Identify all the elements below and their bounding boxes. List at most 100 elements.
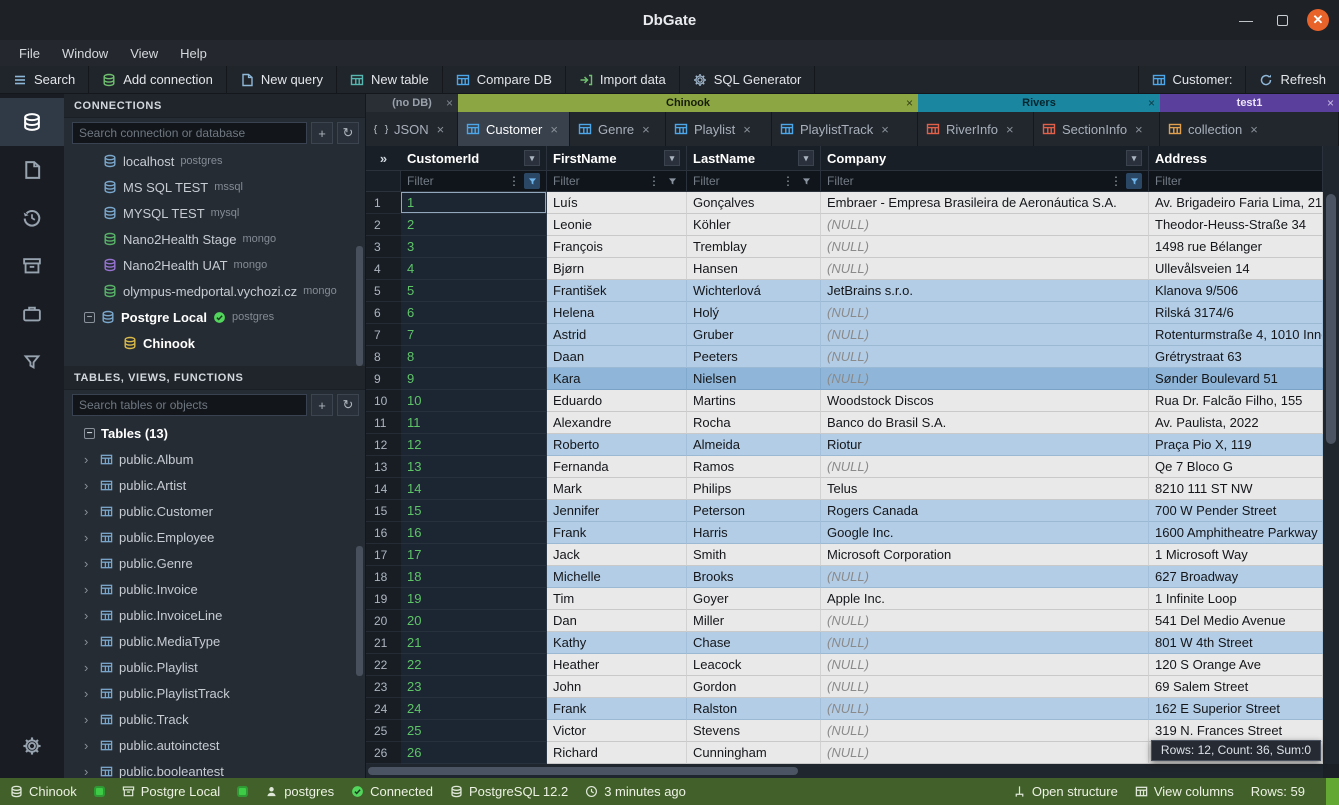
vertical-scrollbar[interactable] <box>1323 146 1339 764</box>
toolbar-button-new-table[interactable]: New table <box>337 66 443 93</box>
cell-customerid[interactable]: 18 <box>401 566 547 588</box>
connections-scrollbar[interactable] <box>356 246 363 366</box>
status-open-structure[interactable]: Open structure <box>1013 784 1118 799</box>
cell-company[interactable]: Embraer - Empresa Brasileira de Aeronáut… <box>821 192 1149 214</box>
cell-address[interactable]: Rua Dr. Falcão Filho, 155 <box>1149 390 1323 412</box>
activitybar-archive[interactable] <box>0 242 64 290</box>
table-row[interactable]: 11LuísGonçalvesEmbraer - Empresa Brasile… <box>366 192 1323 214</box>
table-row[interactable]: 2525VictorStevens(NULL)319 N. Frances St… <box>366 720 1323 742</box>
row-number[interactable]: 17 <box>366 544 401 566</box>
cell-customerid[interactable]: 11 <box>401 412 547 434</box>
cell-customerid[interactable]: 7 <box>401 324 547 346</box>
cell-lastname[interactable]: Wichterlová <box>687 280 821 302</box>
cell-customerid[interactable]: 8 <box>401 346 547 368</box>
cell-lastname[interactable]: Holý <box>687 302 821 324</box>
horizontal-scrollbar-thumb[interactable] <box>368 767 798 775</box>
collapse-icon[interactable]: − <box>84 428 95 439</box>
cell-customerid[interactable]: 21 <box>401 632 547 654</box>
tab-json[interactable]: { }JSON× <box>366 112 458 146</box>
tab-customer[interactable]: Customer× <box>458 112 570 146</box>
tab-riverinfo[interactable]: RiverInfo× <box>918 112 1034 146</box>
table-row[interactable]: 1111AlexandreRochaBanco do Brasil S.A.Av… <box>366 412 1323 434</box>
cell-firstname[interactable]: François <box>547 236 687 258</box>
table-row[interactable]: 1616FrankHarrisGoogle Inc.1600 Amphithea… <box>366 522 1323 544</box>
cell-firstname[interactable]: Eduardo <box>547 390 687 412</box>
cell-company[interactable]: (NULL) <box>821 258 1149 280</box>
cell-address[interactable]: 319 N. Frances Street <box>1149 720 1323 742</box>
row-number[interactable]: 12 <box>366 434 401 456</box>
table-item-public-playlisttrack[interactable]: ›public.PlaylistTrack <box>64 680 365 706</box>
row-number[interactable]: 16 <box>366 522 401 544</box>
cell-lastname[interactable]: Smith <box>687 544 821 566</box>
cell-firstname[interactable]: Daan <box>547 346 687 368</box>
filter-funnel-icon[interactable] <box>1126 173 1142 189</box>
chevron-right-icon[interactable]: › <box>84 686 94 701</box>
filter-input-company[interactable]: Filter⋮ <box>821 170 1149 192</box>
cell-lastname[interactable]: Hansen <box>687 258 821 280</box>
cell-lastname[interactable]: Ralston <box>687 698 821 720</box>
table-row[interactable]: 66HelenaHolý(NULL)Rilská 3174/6 <box>366 302 1323 324</box>
cell-customerid[interactable]: 26 <box>401 742 547 764</box>
filter-input-lastname[interactable]: Filter⋮ <box>687 170 821 192</box>
table-item-public-invoice[interactable]: ›public.Invoice <box>64 576 365 602</box>
row-number[interactable]: 6 <box>366 302 401 324</box>
row-number[interactable]: 3 <box>366 236 401 258</box>
row-number[interactable]: 1 <box>366 192 401 214</box>
cell-lastname[interactable]: Philips <box>687 478 821 500</box>
connection-item-mysql-test[interactable]: MYSQL TESTmysql <box>64 200 365 226</box>
refresh-tables-button[interactable]: ↻ <box>337 394 359 416</box>
cell-company[interactable]: (NULL) <box>821 236 1149 258</box>
table-row[interactable]: 1313FernandaRamos(NULL)Qe 7 Bloco G <box>366 456 1323 478</box>
cell-company[interactable]: (NULL) <box>821 698 1149 720</box>
cell-address[interactable]: 8210 111 ST NW <box>1149 478 1323 500</box>
cell-customerid[interactable]: 6 <box>401 302 547 324</box>
cell-lastname[interactable]: Köhler <box>687 214 821 236</box>
table-item-public-customer[interactable]: ›public.Customer <box>64 498 365 524</box>
cell-lastname[interactable]: Brooks <box>687 566 821 588</box>
table-row[interactable]: 88DaanPeeters(NULL)Grétrystraat 63 <box>366 346 1323 368</box>
cell-lastname[interactable]: Tremblay <box>687 236 821 258</box>
cell-firstname[interactable]: Leonie <box>547 214 687 236</box>
cell-address[interactable]: 1 Infinite Loop <box>1149 588 1323 610</box>
cell-firstname[interactable]: Michelle <box>547 566 687 588</box>
row-number[interactable]: 20 <box>366 610 401 632</box>
collapse-icon[interactable]: − <box>84 312 95 323</box>
table-item-public-employee[interactable]: ›public.Employee <box>64 524 365 550</box>
cell-firstname[interactable]: Dan <box>547 610 687 632</box>
table-row[interactable]: 1919TimGoyerApple Inc.1 Infinite Loop <box>366 588 1323 610</box>
table-item-public-invoiceline[interactable]: ›public.InvoiceLine <box>64 602 365 628</box>
cell-address[interactable]: 69 Salem Street <box>1149 676 1323 698</box>
close-icon[interactable]: × <box>1327 96 1334 110</box>
cell-address[interactable]: Theodor-Heuss-Straße 34 <box>1149 214 1323 236</box>
column-header-address[interactable]: Address <box>1149 146 1323 170</box>
vertical-scrollbar-thumb[interactable] <box>1326 194 1336 444</box>
tables-scrollbar[interactable] <box>356 546 363 676</box>
close-icon[interactable]: × <box>1250 122 1258 137</box>
cell-lastname[interactable]: Almeida <box>687 434 821 456</box>
connection-item-ms-sql-test[interactable]: MS SQL TESTmssql <box>64 174 365 200</box>
table-row[interactable]: 55FrantišekWichterlováJetBrains s.r.o.Kl… <box>366 280 1323 302</box>
maximize-button[interactable] <box>1271 9 1293 31</box>
connection-item-postgre-local[interactable]: −Postgre Localpostgres <box>64 304 365 330</box>
table-row[interactable]: 22LeonieKöhler(NULL)Theodor-Heuss-Straße… <box>366 214 1323 236</box>
table-row[interactable]: 1515JenniferPetersonRogers Canada700 W P… <box>366 500 1323 522</box>
cell-firstname[interactable]: Jennifer <box>547 500 687 522</box>
cell-company[interactable]: Google Inc. <box>821 522 1149 544</box>
connection-item-chinook[interactable]: Chinook <box>64 330 365 356</box>
chevron-right-icon[interactable]: › <box>84 452 94 467</box>
activitybar-file[interactable] <box>0 146 64 194</box>
cell-address[interactable]: Klanova 9/506 <box>1149 280 1323 302</box>
cell-firstname[interactable]: Fernanda <box>547 456 687 478</box>
connection-item-nano2health-uat[interactable]: Nano2Health UATmongo <box>64 252 365 278</box>
row-number[interactable]: 8 <box>366 346 401 368</box>
cell-firstname[interactable]: Frank <box>547 522 687 544</box>
row-number[interactable]: 14 <box>366 478 401 500</box>
toolbar-button-search[interactable]: Search <box>0 66 89 93</box>
toolbar-button-add-connection[interactable]: Add connection <box>89 66 227 93</box>
cell-address[interactable]: Rotenturmstraße 4, 1010 Innere Stadt <box>1149 324 1323 346</box>
chevron-right-icon[interactable]: › <box>84 764 94 779</box>
menu-view[interactable]: View <box>121 43 167 64</box>
cell-company[interactable]: Microsoft Corporation <box>821 544 1149 566</box>
filter-funnel-icon[interactable] <box>524 173 540 189</box>
table-row[interactable]: 44BjørnHansen(NULL)Ullevålsveien 14 <box>366 258 1323 280</box>
